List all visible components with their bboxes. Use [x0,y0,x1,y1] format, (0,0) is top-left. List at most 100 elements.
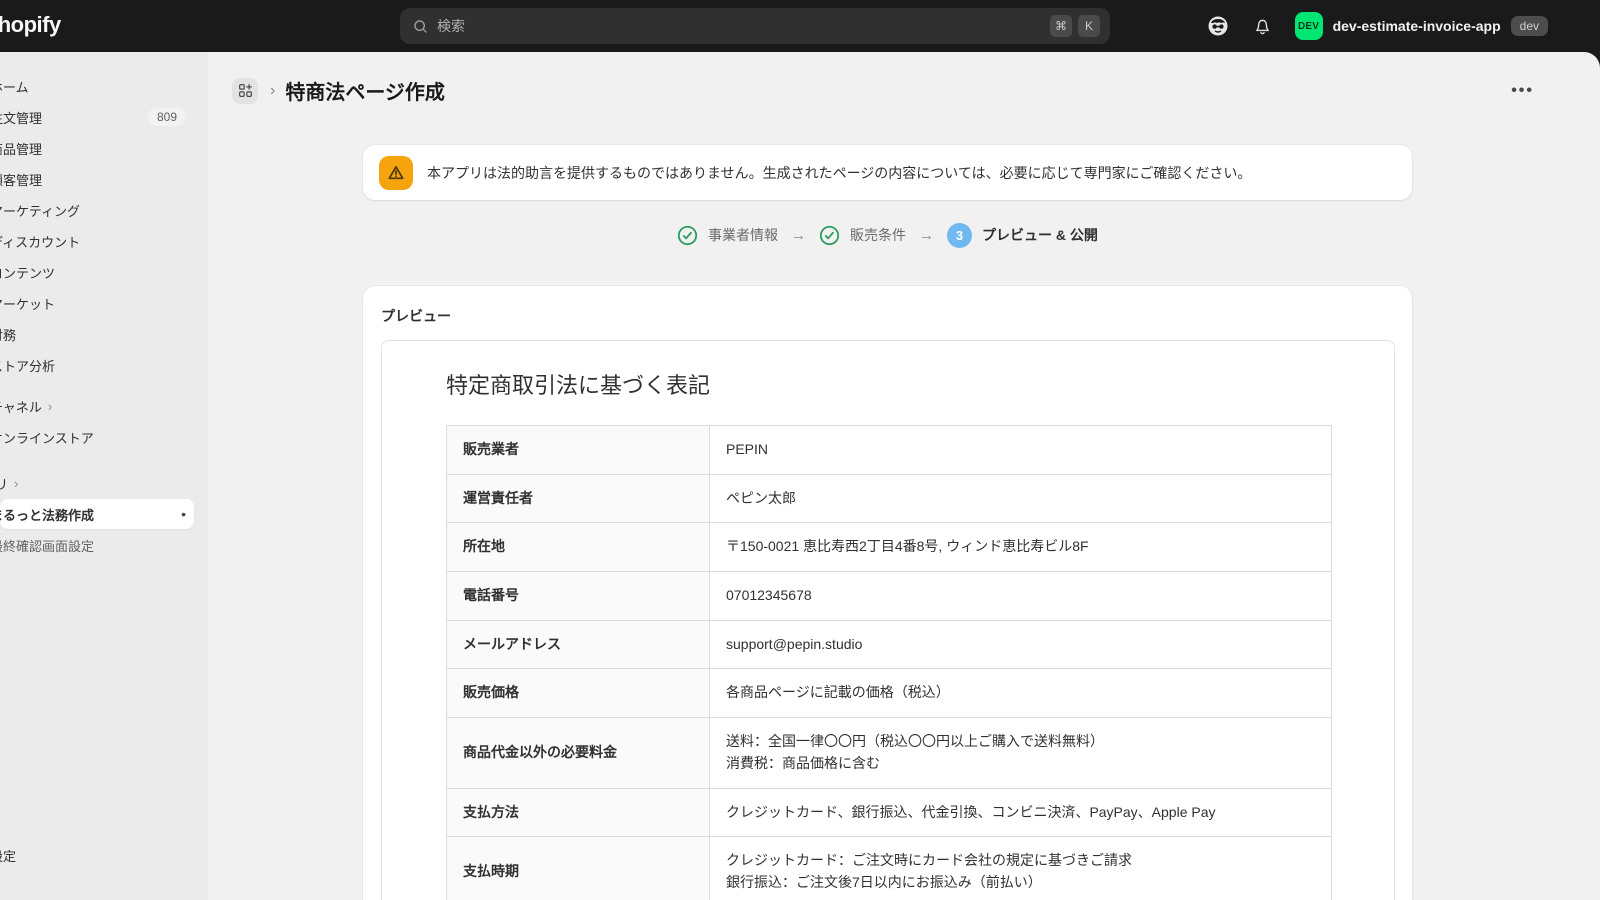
table-row-value: 〒150-0021 恵比寿西2丁目4番8号, ウィンド恵比寿ビル8F [710,523,1332,572]
sidebar-item-label: 注文管理 [0,108,42,127]
sidebar-item-マーケット[interactable]: マーケット [0,288,194,318]
sidebar-item-label: 商品管理 [0,139,42,158]
table-row: 支払方法クレジットカード、銀行振込、代金引換、コンビニ決済、PayPay、App… [447,788,1332,837]
sidebar-item-label: ストア分析 [0,356,55,375]
table-row: 支払時期クレジットカード：ご注文時にカード会社の規定に基づきご請求銀行振込：ご注… [447,837,1332,900]
tokusho-table: 販売業者PEPIN運営責任者ペピン太郎所在地〒150-0021 恵比寿西2丁目4… [446,425,1332,900]
sidebar-item-label: チャネル [0,397,42,416]
breadcrumb-chevron-icon: › [270,82,275,100]
sidebar-item-最終確認画面設定[interactable]: 最終確認画面設定 [0,530,194,560]
sidebar-item-label: ディスカウント [0,232,80,251]
step-プレビュー & 公開[interactable]: 3 プレビュー & 公開 [947,223,1098,248]
step-label: 販売条件 [850,225,906,245]
content-column: 本アプリは法的助言を提供するものではありません。生成されたページの内容については… [363,145,1412,900]
preview-card: プレビュー 特定商取引法に基づく表記 販売業者PEPIN運営責任者ペピン太郎所在… [363,286,1412,900]
tokusho-page-heading: 特定商取引法に基づく表記 [446,368,1331,400]
banner-text: 本アプリは法的助言を提供するものではありません。生成されたページの内容については… [427,163,1251,183]
search-icon [412,18,429,35]
apps-grid-icon [238,83,253,98]
step-販売条件[interactable]: 販売条件 [819,225,906,246]
search-input[interactable] [437,18,1044,34]
step-label: プレビュー & 公開 [982,225,1098,245]
table-row: 販売業者PEPIN [447,426,1332,475]
table-row: 所在地〒150-0021 恵比寿西2丁目4番8号, ウィンド恵比寿ビル8F [447,523,1332,572]
legal-disclaimer-banner: 本アプリは法的助言を提供するものではありません。生成されたページの内容については… [363,145,1412,200]
order-count-badge: 809 [148,108,186,126]
more-actions-button[interactable]: ••• [1505,78,1540,104]
sidebar-item-label: まるっと法務作成 [0,505,94,524]
sidebar-item-顧客管理[interactable]: 顧客管理 [0,164,194,194]
sidebar-item-section-チャネル[interactable]: チャネル › [0,391,194,421]
cmd-keycap: ⌘ [1050,15,1072,37]
table-row-label: 支払時期 [447,837,710,900]
global-search[interactable]: ⌘ K [400,8,1110,44]
table-row-value: ペピン太郎 [710,474,1332,523]
topbar-right-cluster: DEV dev-estimate-invoice-app dev [1206,0,1548,52]
page-title: 特商法ページ作成 [285,76,445,105]
table-row-label: 販売業者 [447,426,710,475]
apps-breadcrumb-button[interactable] [232,78,258,104]
sidebar-item-オンラインストア[interactable]: オンラインストア [0,422,194,452]
warning-icon [379,156,413,190]
table-row: 販売価格各商品ページに記載の価格（税込） [447,669,1332,718]
sidebar-item-label: アプリ [0,474,8,493]
notifications-bell-icon[interactable] [1252,16,1273,37]
table-row: 商品代金以外の必要料金送料：全国一律〇〇円（税込〇〇円以上ご購入で送料無料）消費… [447,718,1332,788]
sidebar-item-ディスカウント[interactable]: ディスカウント [0,226,194,256]
sidebar-item-section-アプリ[interactable]: アプリ › [0,468,194,498]
store-name: dev-estimate-invoice-app [1333,18,1501,34]
step-check-icon [677,225,698,246]
sidebar-nav: ホーム注文管理 809 商品管理顧客管理マーケティングディスカウントコンテンツマーケ… [0,52,208,900]
table-row-label: 支払方法 [447,788,710,837]
dev-persona-icon[interactable] [1206,14,1230,38]
main-content: › 特商法ページ作成 ••• 本アプリは法的助言を提供するものではありません。生… [208,52,1600,900]
table-row-label: 運営責任者 [447,474,710,523]
sidebar-item-ストア分析[interactable]: ストア分析 [0,350,194,380]
sidebar-item-label: ホーム [0,77,29,96]
step-check-icon [819,225,840,246]
table-row-label: メールアドレス [447,620,710,669]
table-row-value: クレジットカード：ご注文時にカード会社の規定に基づきご請求銀行振込：ご注文後7日… [710,837,1332,900]
sidebar-item-ホーム[interactable]: ホーム [0,71,194,101]
sidebar-item-注文管理[interactable]: 注文管理 809 [0,102,194,132]
table-row-label: 所在地 [447,523,710,572]
table-row-value: support@pepin.studio [710,620,1332,669]
step-arrow-icon: → [791,227,806,244]
wizard-stepper: 事業者情報 → 販売条件 → 3 プレビュー & 公開 [363,222,1412,248]
sidebar-item-label: 最終確認画面設定 [0,536,94,555]
table-row-label: 商品代金以外の必要料金 [447,718,710,788]
step-arrow-icon: → [919,227,934,244]
sidebar-item-コンテンツ[interactable]: コンテンツ [0,257,194,287]
table-row: 運営責任者ペピン太郎 [447,474,1332,523]
step-label: 事業者情報 [708,225,778,245]
table-row-value: PEPIN [710,426,1332,475]
preview-card-title: プレビュー [381,306,1395,326]
store-avatar: DEV [1295,12,1323,40]
sidebar-item-label: 設定 [0,846,16,865]
step-事業者情報[interactable]: 事業者情報 [677,225,778,246]
preview-panel: 特定商取引法に基づく表記 販売業者PEPIN運営責任者ペピン太郎所在地〒150-… [381,340,1395,900]
sidebar-item-マーケティング[interactable]: マーケティング [0,195,194,225]
sidebar-item-label: コンテンツ [0,263,55,282]
table-row-label: 電話番号 [447,572,710,621]
sidebar-item-label: 財務 [0,325,16,344]
sidebar-item-label: 顧客管理 [0,170,42,189]
page-header: › 特商法ページ作成 ••• [232,76,1540,105]
step-number-badge: 3 [947,223,972,248]
store-menu[interactable]: DEV dev-estimate-invoice-app dev [1295,12,1548,40]
chevron-right-icon: › [48,399,52,414]
store-env-badge: dev [1511,16,1548,36]
sidebar-item-商品管理[interactable]: 商品管理 [0,133,194,163]
sidebar-item-財務[interactable]: 財務 [0,319,194,349]
table-row: メールアドレスsupport@pepin.studio [447,620,1332,669]
chevron-right-icon: › [14,476,18,491]
topbar: shopify ⌘ K [0,0,1600,52]
table-row-label: 販売価格 [447,669,710,718]
table-row: 電話番号07012345678 [447,572,1332,621]
table-row-value: 07012345678 [710,572,1332,621]
sidebar-item-settings[interactable]: 設定 [0,840,194,870]
sidebar-item-まるっと法務作成[interactable]: まるっと法務作成• [0,499,194,529]
sidebar-item-label: マーケット [0,294,55,313]
table-row-value: 各商品ページに記載の価格（税込） [710,669,1332,718]
shopify-logo: shopify [0,12,61,38]
